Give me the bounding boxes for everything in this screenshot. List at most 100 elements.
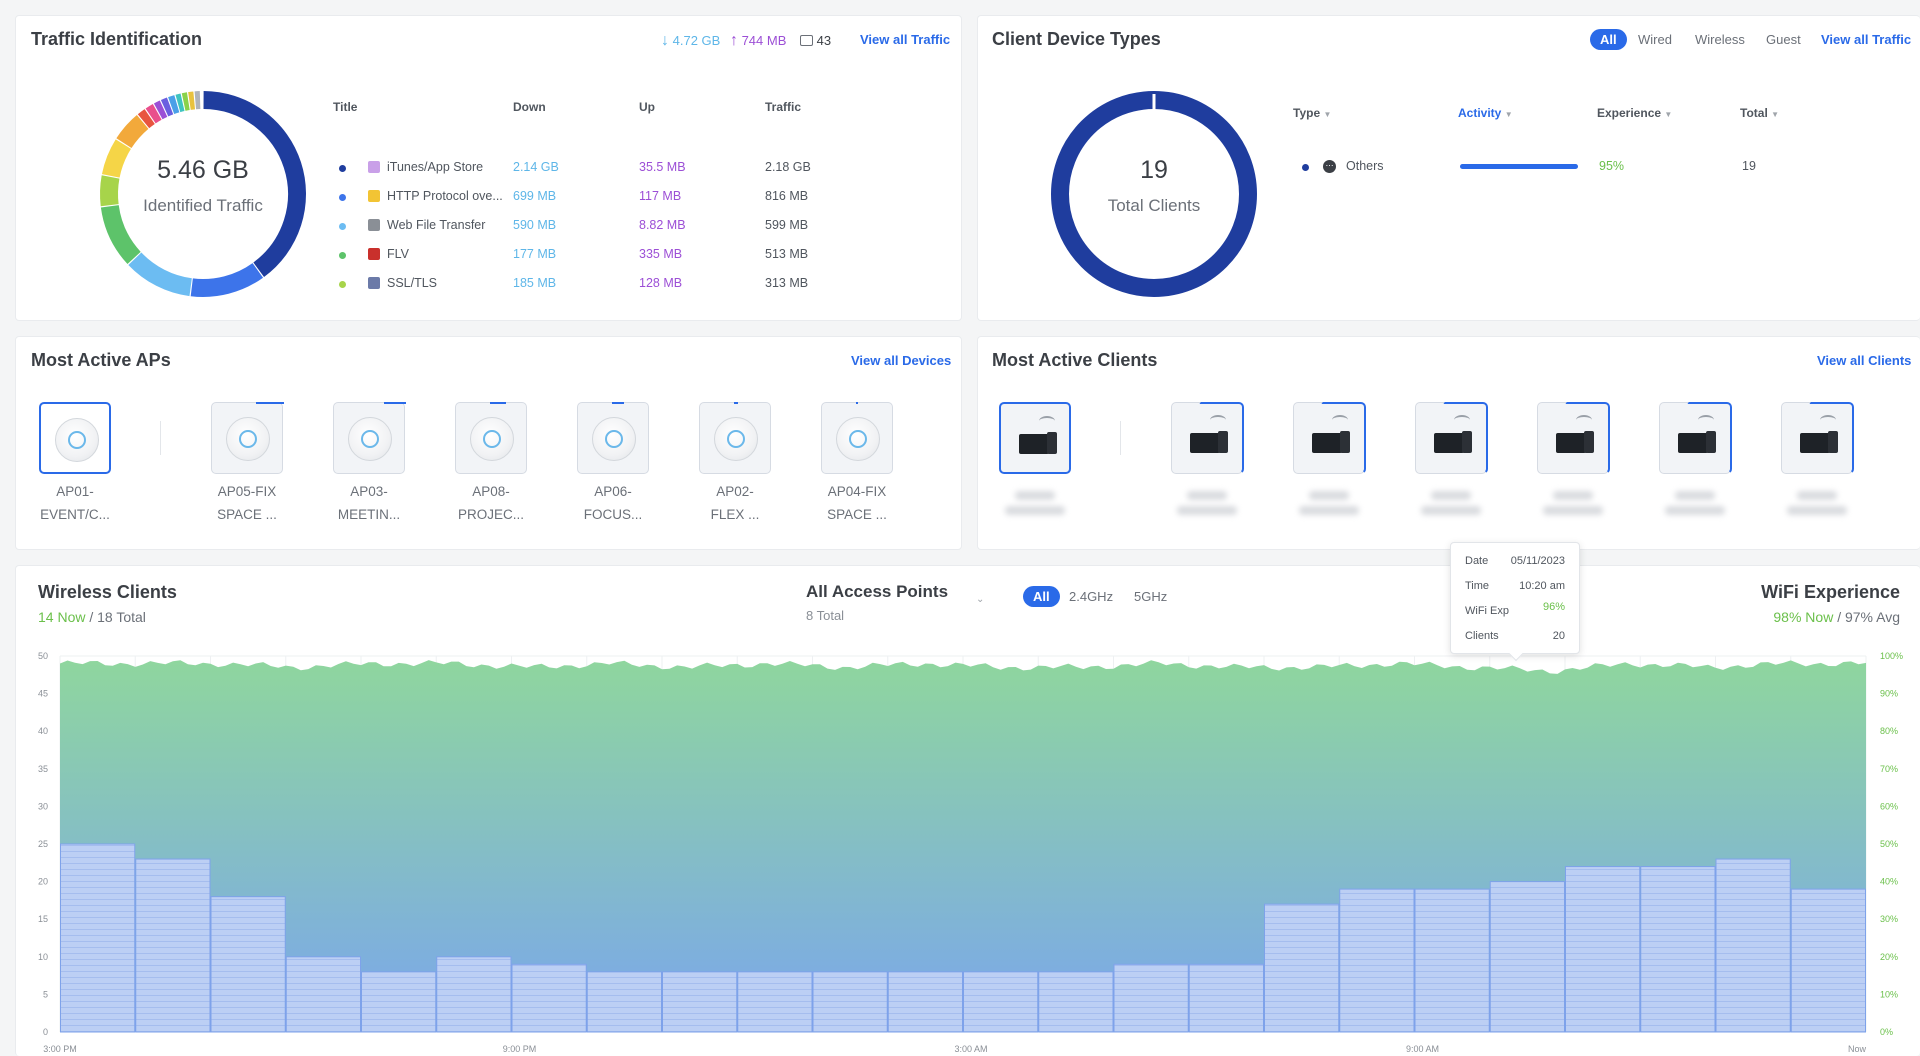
row-down: 177 MB <box>513 247 557 261</box>
row-down: 590 MB <box>513 218 557 232</box>
client-type-name: Others <box>1346 159 1384 173</box>
client-tile[interactable] <box>1537 402 1610 474</box>
filter-wired[interactable]: Wired <box>1638 32 1672 47</box>
client-tile[interactable] <box>1781 402 1854 474</box>
row-title: Web File Transfer <box>387 218 486 232</box>
band-5ghz[interactable]: 5GHz <box>1134 589 1167 604</box>
view-all-traffic-link[interactable]: View all Traffic <box>860 32 950 47</box>
device-stand-icon <box>1828 431 1838 453</box>
band-24ghz[interactable]: 2.4GHz <box>1069 589 1113 604</box>
wireless-clients-chart: 0 5 10 15 20 25 30 35 40 45 50 0% 10% 20% 30% 40% 50% 60%… <box>38 651 1903 1054</box>
client-tile[interactable] <box>999 402 1071 474</box>
client-types-donut <box>1051 91 1257 297</box>
x-tick: 3:00 PM <box>43 1044 77 1054</box>
app-store-icon <box>368 161 380 173</box>
filter-guest[interactable]: Guest <box>1766 32 1801 47</box>
row-title: HTTP Protocol ove... <box>387 189 503 203</box>
traffic-donut-segment <box>175 93 185 113</box>
tooltip-exp-label: WiFi Exp <box>1465 605 1509 617</box>
traffic-donut-segment <box>168 95 180 115</box>
col-up: Up <box>639 100 655 114</box>
traffic-center-value: 5.46 GB <box>157 156 249 184</box>
computer-icon <box>1019 434 1049 454</box>
tile-separator <box>160 421 161 455</box>
ap-tile[interactable] <box>39 402 111 474</box>
total-clients-value: 19 <box>1140 156 1168 184</box>
device-stand-icon <box>1706 431 1716 453</box>
view-all-client-types-link[interactable]: View all Traffic <box>1821 32 1911 47</box>
ap-tile[interactable] <box>699 402 771 474</box>
col-total-label: Total <box>1740 106 1768 120</box>
ap-name-line2: SPACE ... <box>217 507 277 522</box>
wireless-total: / 18 Total <box>89 609 146 625</box>
traffic-donut-segment <box>181 92 190 111</box>
computer-icon <box>1312 433 1342 453</box>
ap-activity-indicator <box>856 402 858 404</box>
row-title: SSL/TLS <box>387 276 438 290</box>
most-active-clients-card: Most Active Clients View all Clients <box>977 336 1920 550</box>
access-point-selector[interactable]: All Access Points 8 Total ⌄ <box>806 574 996 626</box>
traffic-up-total: 744 MB <box>741 33 787 48</box>
file-icon <box>368 219 380 231</box>
client-name-redacted <box>1528 485 1618 521</box>
traffic-donut-segment <box>116 115 149 149</box>
band-all[interactable]: All <box>1023 586 1060 607</box>
ap-tile[interactable] <box>333 402 406 474</box>
ap-activity-indicator <box>256 402 284 404</box>
filter-wireless[interactable]: Wireless <box>1695 32 1745 47</box>
ap-name-line1: AP08- <box>472 484 510 499</box>
ap-name-line1: AP04-FIX <box>827 484 887 499</box>
client-name-redacted <box>1162 485 1252 521</box>
computer-icon <box>1800 433 1830 453</box>
ap-tile[interactable] <box>577 402 649 474</box>
sort-caret-icon: ▼ <box>1323 110 1332 119</box>
row-down: 699 MB <box>513 189 557 203</box>
access-point-icon <box>348 417 392 461</box>
filter-all[interactable]: All <box>1590 29 1627 50</box>
client-type-experience: 95% <box>1599 159 1625 173</box>
client-count-bar <box>812 971 888 1033</box>
up-arrow-icon: ↑ <box>729 32 738 49</box>
y-right-tick: 50% <box>1880 839 1898 849</box>
y-left-tick: 35 <box>38 764 48 774</box>
apps-icon <box>800 35 814 46</box>
row-up: 117 MB <box>639 189 682 203</box>
ap-tile[interactable] <box>211 402 284 474</box>
client-count-bar <box>210 896 286 1033</box>
y-left-tick: 15 <box>38 914 48 924</box>
others-icon: ⋯ <box>1323 160 1336 173</box>
traffic-donut-segment <box>190 262 264 297</box>
col-experience[interactable]: Experience ▼ <box>1597 106 1672 120</box>
client-count-bar <box>1489 881 1565 1033</box>
sort-caret-icon: ▼ <box>1664 110 1673 119</box>
col-total[interactable]: Total ▼ <box>1740 106 1779 120</box>
view-all-devices-link[interactable]: View all Devices <box>851 353 951 368</box>
col-type[interactable]: Type ▼ <box>1293 106 1331 120</box>
col-activity-label: Activity <box>1458 106 1502 120</box>
wifi-icon <box>1332 415 1348 425</box>
view-all-clients-link[interactable]: View all Clients <box>1817 353 1911 368</box>
client-tile[interactable] <box>1415 402 1488 474</box>
sort-caret-icon: ▼ <box>1504 110 1513 119</box>
y-right-tick: 10% <box>1880 989 1898 999</box>
client-tile[interactable] <box>1659 402 1732 474</box>
ap-name-line2: FOCUS... <box>583 507 643 522</box>
x-tick: 9:00 PM <box>503 1044 537 1054</box>
shield-icon <box>368 277 380 289</box>
client-types-ring <box>1051 91 1257 297</box>
computer-icon <box>1556 433 1586 453</box>
y-right-tick: 20% <box>1880 952 1898 962</box>
ap-name-line1: AP06- <box>594 484 632 499</box>
traffic-apps-count: 43 <box>816 33 832 48</box>
ap-name-line1: AP03- <box>350 484 388 499</box>
col-activity[interactable]: Activity ▼ <box>1458 106 1513 120</box>
ap-tile[interactable] <box>455 402 527 474</box>
ap-tile[interactable] <box>821 402 893 474</box>
tooltip-time: 10:20 am <box>1519 580 1565 592</box>
ap-name-line2: PROJEC... <box>457 507 524 522</box>
y-left-tick: 0 <box>43 1027 48 1037</box>
client-tile[interactable] <box>1171 402 1244 474</box>
client-tile[interactable] <box>1293 402 1366 474</box>
tooltip-time-label: Time <box>1465 580 1490 592</box>
ap-name-line1: AP05-FIX <box>217 484 277 499</box>
